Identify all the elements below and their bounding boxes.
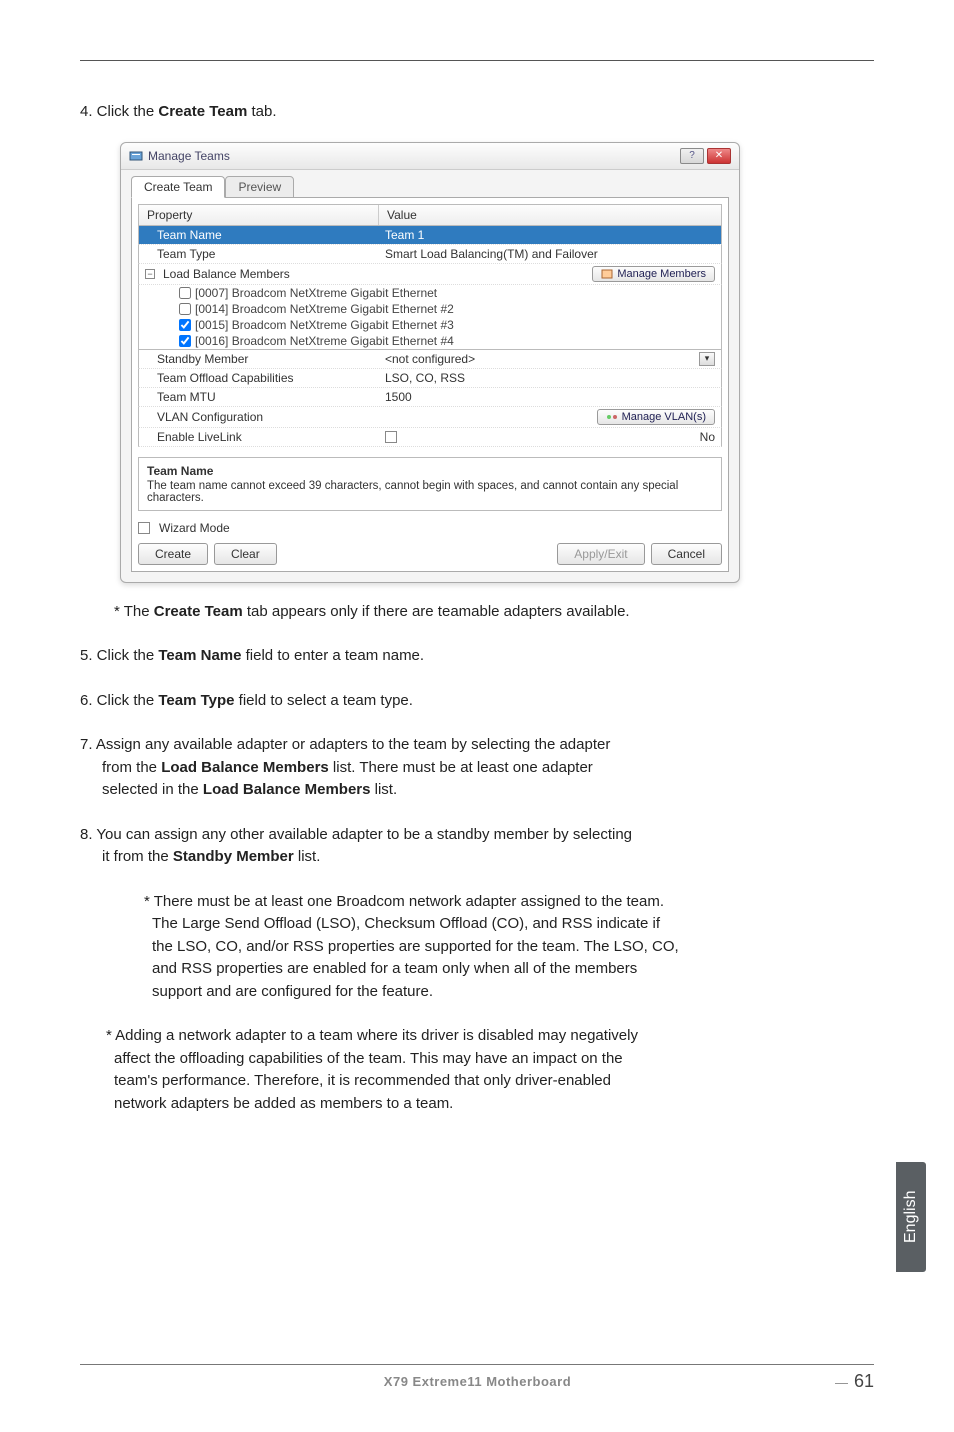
- livelink-checkbox[interactable]: [385, 431, 397, 443]
- app-icon: [129, 149, 143, 163]
- load-balance-label: Load Balance Members: [163, 267, 290, 281]
- note-8b: * Adding a network adapter to a team whe…: [80, 1025, 874, 1115]
- manage-members-button[interactable]: Manage Members: [592, 266, 715, 282]
- create-button[interactable]: Create: [138, 543, 208, 565]
- standby-value: <not configured>: [385, 352, 475, 366]
- adapter-row[interactable]: [0014] Broadcom NetXtreme Gigabit Ethern…: [138, 301, 722, 317]
- row-offload[interactable]: Team Offload Capabilities LSO, CO, RSS: [138, 369, 722, 388]
- step-5: 5. Click the Team Name field to enter a …: [80, 645, 874, 668]
- adapter-checkbox[interactable]: [179, 319, 191, 331]
- row-team-type[interactable]: Team Type Smart Load Balancing(TM) and F…: [138, 245, 722, 264]
- header-value: Value: [379, 205, 721, 225]
- vlan-label: VLAN Configuration: [139, 408, 379, 426]
- adapter-row[interactable]: [0015] Broadcom NetXtreme Gigabit Ethern…: [138, 317, 722, 333]
- step4-bold: Create Team: [158, 103, 247, 120]
- desc-text: The team name cannot exceed 39 character…: [147, 480, 713, 504]
- team-name-label: Team Name: [139, 226, 379, 244]
- clear-button[interactable]: Clear: [214, 543, 277, 565]
- note-8a: * There must be at least one Broadcom ne…: [80, 891, 874, 1004]
- step-6: 6. Click the Team Type field to select a…: [80, 690, 874, 713]
- row-livelink[interactable]: Enable LiveLink No: [138, 428, 722, 447]
- step4-suffix: tab.: [247, 103, 276, 120]
- row-vlan[interactable]: VLAN Configuration Manage VLAN(s): [138, 407, 722, 428]
- team-name-value: Team 1: [379, 226, 721, 244]
- row-team-name[interactable]: Team Name Team 1: [138, 226, 722, 245]
- step-7: 7. Assign any available adapter or adapt…: [80, 734, 874, 802]
- mtu-label: Team MTU: [139, 388, 379, 406]
- help-button[interactable]: ?: [680, 148, 704, 164]
- desc-title: Team Name: [147, 464, 713, 478]
- adapter-checkbox[interactable]: [179, 303, 191, 315]
- manage-teams-dialog: Manage Teams ? ✕ Create Team Preview Pro…: [120, 142, 740, 583]
- row-mtu[interactable]: Team MTU 1500: [138, 388, 722, 407]
- page-footer: X79 Extreme11 Motherboard —61: [80, 1364, 874, 1392]
- header-property: Property: [139, 205, 379, 225]
- team-type-value: Smart Load Balancing(TM) and Failover: [379, 245, 721, 263]
- step-4: 4. Click the Create Team tab.: [80, 101, 874, 124]
- tab-create-team[interactable]: Create Team: [131, 176, 225, 198]
- dropdown-arrow-icon[interactable]: ▾: [699, 352, 715, 366]
- dialog-title: Manage Teams: [148, 149, 230, 163]
- cancel-button[interactable]: Cancel: [651, 543, 722, 565]
- footer-title: X79 Extreme11 Motherboard: [120, 1374, 835, 1389]
- description-box: Team Name The team name cannot exceed 39…: [138, 457, 722, 511]
- row-standby[interactable]: Standby Member <not configured> ▾: [138, 350, 722, 369]
- members-icon: [601, 268, 613, 280]
- tab-preview[interactable]: Preview: [225, 176, 294, 198]
- mtu-value: 1500: [379, 388, 721, 406]
- step-8: 8. You can assign any other available ad…: [80, 824, 874, 869]
- adapter-checkbox[interactable]: [179, 335, 191, 347]
- property-panel: Property Value Team Name Team 1 Team Typ…: [131, 197, 729, 572]
- manage-vlan-button[interactable]: Manage VLAN(s): [597, 409, 715, 425]
- tree-collapse-icon[interactable]: −: [145, 269, 155, 279]
- close-button[interactable]: ✕: [707, 148, 731, 164]
- wizard-label: Wizard Mode: [159, 521, 230, 535]
- apply-exit-button[interactable]: Apply/Exit: [557, 543, 644, 565]
- page-number: 61: [854, 1371, 874, 1391]
- dialog-titlebar: Manage Teams ? ✕: [121, 143, 739, 170]
- livelink-label: Enable LiveLink: [139, 428, 379, 446]
- adapter-row[interactable]: [0016] Broadcom NetXtreme Gigabit Ethern…: [138, 333, 722, 350]
- adapter-checkbox[interactable]: [179, 287, 191, 299]
- offload-value: LSO, CO, RSS: [379, 369, 721, 387]
- language-tab[interactable]: English: [896, 1162, 926, 1272]
- vlan-icon: [606, 411, 618, 423]
- livelink-value: No: [700, 430, 715, 444]
- team-type-label: Team Type: [139, 245, 379, 263]
- step4-prefix: 4. Click the: [80, 103, 158, 120]
- wizard-checkbox[interactable]: [138, 522, 150, 534]
- note-create-team: * The Create Team tab appears only if th…: [114, 601, 874, 624]
- adapter-row[interactable]: [0007] Broadcom NetXtreme Gigabit Ethern…: [138, 285, 722, 301]
- offload-label: Team Offload Capabilities: [139, 369, 379, 387]
- standby-label: Standby Member: [139, 350, 379, 368]
- row-load-balance[interactable]: − Load Balance Members Manage Members: [138, 264, 722, 285]
